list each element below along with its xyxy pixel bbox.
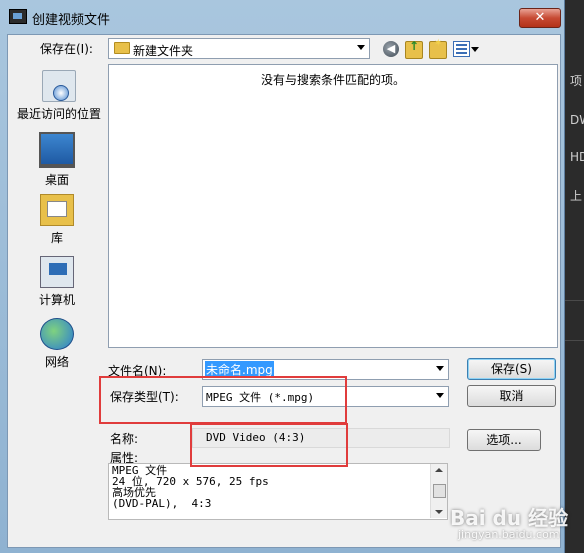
background-app-text: HD — [570, 150, 584, 164]
place-label: 桌面 — [44, 173, 69, 187]
place-label: 最近访问的位置 — [16, 107, 101, 121]
properties-line: (DVD-PAL), 4:3 — [112, 497, 212, 510]
network-icon — [40, 318, 74, 350]
view-menu-icon[interactable] — [453, 41, 470, 57]
background-app-text: 项 — [570, 74, 583, 88]
save-in-label: 保存在(I): — [40, 42, 93, 56]
place-network[interactable]: 网络 — [12, 318, 102, 370]
baidu-watermark-url: jingyan.baidu.com — [458, 528, 560, 541]
background-app-divider — [565, 300, 584, 301]
computer-icon — [40, 256, 74, 288]
back-icon[interactable]: ◀ — [383, 41, 399, 57]
close-button[interactable]: ✕ — [519, 8, 561, 28]
scroll-up-icon[interactable] — [435, 468, 443, 472]
up-folder-icon[interactable] — [405, 39, 423, 59]
place-computer[interactable]: 计算机 — [12, 256, 102, 308]
new-folder-icon[interactable] — [429, 38, 447, 59]
background-app-text: 上 — [570, 189, 583, 203]
scroll-down-icon[interactable] — [435, 510, 443, 514]
chevron-down-icon — [357, 45, 365, 50]
file-list[interactable]: 没有与搜索条件匹配的项。 — [108, 64, 558, 348]
baidu-watermark: Bai du 经验 — [450, 506, 569, 530]
library-icon — [40, 194, 74, 226]
place-label: 计算机 — [38, 293, 75, 307]
options-button[interactable]: 选项... — [467, 429, 541, 451]
app-icon — [9, 9, 27, 24]
background-app-divider — [565, 340, 584, 341]
empty-list-message: 没有与搜索条件匹配的项。 — [260, 73, 405, 87]
background-app-text: DW — [570, 113, 584, 127]
highlight-box — [99, 376, 347, 424]
save-button[interactable]: 保存(S) — [467, 358, 556, 380]
folder-icon — [114, 42, 130, 54]
place-recent[interactable]: 最近访问的位置 — [14, 70, 104, 122]
properties-scrollbar[interactable] — [430, 464, 447, 518]
properties-text: MPEG 文件 24 位, 720 x 576, 25 fps 高场优先 (DVD-P… — [112, 465, 269, 509]
place-desktop[interactable]: 桌面 — [12, 132, 102, 188]
place-label: 网络 — [44, 355, 69, 369]
cancel-button[interactable]: 取消 — [467, 385, 556, 407]
place-library[interactable]: 库 — [12, 194, 102, 246]
recent-places-icon — [42, 70, 76, 102]
name-label: 名称: — [110, 432, 139, 446]
dialog-title: 创建视频文件 — [32, 13, 111, 28]
chevron-down-icon[interactable] — [471, 47, 479, 52]
scroll-thumb[interactable] — [433, 484, 446, 498]
chevron-down-icon[interactable] — [436, 366, 444, 371]
desktop-icon — [39, 132, 75, 168]
chevron-down-icon — [436, 393, 444, 398]
place-label: 库 — [50, 231, 63, 245]
highlight-box — [190, 423, 348, 467]
save-in-value: 新建文件夹 — [133, 44, 194, 58]
